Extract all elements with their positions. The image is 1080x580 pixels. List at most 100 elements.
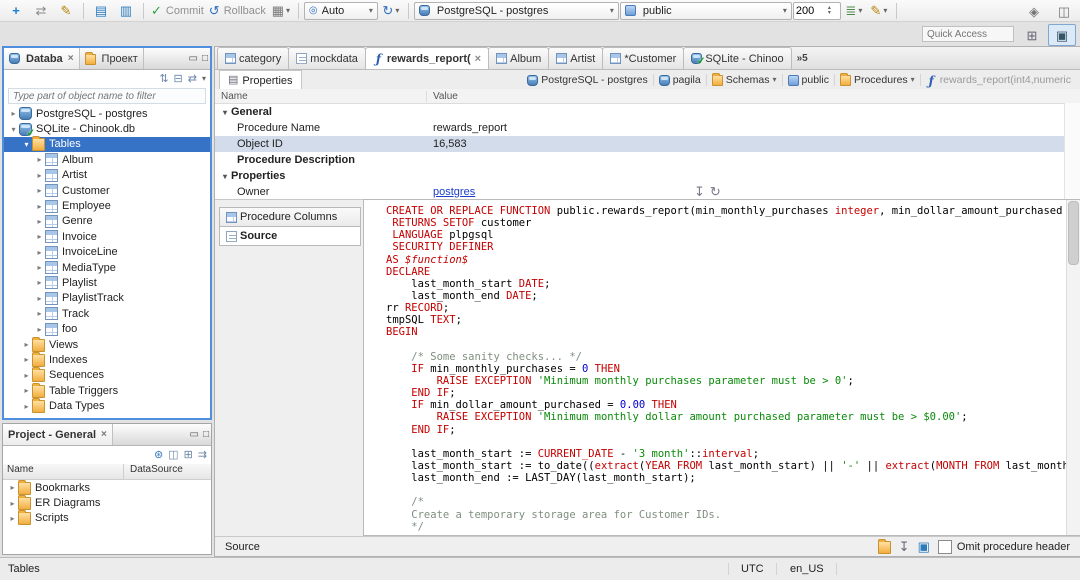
fetch-size-input[interactable] bbox=[793, 4, 828, 17]
tree-item-foo[interactable]: ▸ foo bbox=[4, 321, 210, 336]
settings-icon[interactable]: ⊛ bbox=[154, 449, 163, 461]
minimize-panel-icon[interactable]: ▭ bbox=[189, 53, 198, 64]
tree-item-playlisttrack[interactable]: ▸ PlaylistTrack bbox=[4, 291, 210, 306]
stepper-arrows-icon[interactable]: ▴ ▾ bbox=[828, 5, 831, 16]
editor-tab-rewards-report[interactable]: ƒ rewards_report(× bbox=[364, 47, 490, 69]
maximize-source-icon[interactable]: ▣ bbox=[918, 540, 930, 553]
fetch-size-stepper[interactable]: ▴▾ bbox=[792, 1, 841, 20]
grid-column-value[interactable]: Value bbox=[427, 91, 1080, 102]
open-sql-script-button[interactable]: ▥ bbox=[114, 2, 138, 20]
expand-arrow-icon[interactable]: ▸ bbox=[21, 402, 32, 411]
tree-item-genre[interactable]: ▸ Genre bbox=[4, 214, 210, 229]
tree-item-invoice[interactable]: ▸ Invoice bbox=[4, 229, 210, 244]
tab-project-general[interactable]: Project - General × bbox=[3, 424, 113, 445]
property-row-procedure-description[interactable]: Procedure Description bbox=[215, 152, 1080, 168]
breadcrumb-item-rewards-report-int4-numeric[interactable]: ƒ rewards_report(int4,numeric bbox=[919, 74, 1076, 87]
tree-item-album[interactable]: ▸ Album bbox=[4, 152, 210, 167]
tree-item-employee[interactable]: ▸ Employee bbox=[4, 198, 210, 213]
collapse-arrow-icon[interactable]: ▾ bbox=[219, 108, 231, 117]
editor-tab-sqlite-chinoo[interactable]: SQLite - Chinoo bbox=[683, 47, 792, 69]
source-code[interactable]: CREATE OR REPLACE FUNCTION public.reward… bbox=[364, 200, 1067, 535]
tree-item-views[interactable]: ▸ Views bbox=[4, 336, 210, 352]
property-group-general[interactable]: ▾ General bbox=[215, 104, 1080, 120]
transaction-mode-select[interactable]: ◎ Auto ▾ bbox=[303, 1, 378, 20]
open-file-icon[interactable] bbox=[877, 538, 891, 554]
breadcrumb-item-schemas[interactable]: Schemas ▾ bbox=[705, 72, 782, 86]
property-row-object-id[interactable]: Object ID 16,583 bbox=[215, 136, 1080, 152]
sync-selection-icon[interactable]: ⇅ bbox=[159, 73, 168, 85]
view-menu-icon[interactable]: ▾ bbox=[202, 75, 206, 83]
tree-item-playlist[interactable]: ▸ Playlist bbox=[4, 275, 210, 290]
expand-arrow-icon[interactable]: ▸ bbox=[34, 278, 45, 287]
tree-item-scripts[interactable]: ▸ Scripts bbox=[3, 510, 211, 526]
breadcrumb-item-public[interactable]: public bbox=[781, 74, 834, 86]
tree-item-track[interactable]: ▸ Track bbox=[4, 306, 210, 321]
breadcrumb-item-procedures[interactable]: Procedures ▾ bbox=[833, 72, 920, 86]
omit-procedure-header-checkbox[interactable] bbox=[937, 539, 952, 554]
tree-item-mediatype[interactable]: ▸ MediaType bbox=[4, 260, 210, 275]
expand-arrow-icon[interactable]: ▸ bbox=[34, 202, 45, 211]
property-row-owner[interactable]: Owner postgres bbox=[215, 184, 1080, 199]
close-tab-icon[interactable]: × bbox=[475, 53, 481, 65]
value-edit-button[interactable]: ✎ ▾ bbox=[867, 2, 891, 20]
collapse-arrow-icon[interactable]: ▾ bbox=[219, 172, 231, 181]
tree-item-sqlite-chinook-db[interactable]: ▾ SQLite - Chinook.db bbox=[4, 121, 210, 139]
search-button[interactable]: ◈ bbox=[1022, 2, 1046, 20]
connect-button[interactable]: ⇄ bbox=[29, 2, 53, 20]
editor-tab-artist[interactable]: Artist bbox=[548, 47, 604, 69]
dbeaver-perspective-button[interactable]: ▣ bbox=[1048, 24, 1076, 46]
transaction-log-button[interactable]: ▦ ▾ bbox=[269, 2, 293, 20]
tree-item-tables[interactable]: ▾ Tables bbox=[4, 136, 210, 153]
expand-icon[interactable]: ⊞ bbox=[184, 449, 193, 461]
property-group-properties[interactable]: ▾ Properties bbox=[215, 168, 1080, 184]
close-icon[interactable]: × bbox=[68, 53, 74, 64]
tree-item-customer[interactable]: ▸ Customer bbox=[4, 183, 210, 198]
expand-arrow-icon[interactable]: ▸ bbox=[34, 294, 45, 303]
expand-arrow-icon[interactable]: ▸ bbox=[7, 514, 18, 523]
scrollbar-thumb[interactable] bbox=[1068, 201, 1079, 265]
show-view-button[interactable]: ◫ bbox=[1052, 2, 1076, 20]
expand-arrow-icon[interactable]: ▸ bbox=[34, 155, 45, 164]
expand-arrow-icon[interactable]: ▸ bbox=[34, 217, 45, 226]
expand-arrow-icon[interactable]: ▸ bbox=[8, 109, 19, 118]
property-row-procedure-name[interactable]: Procedure Name rewards_report bbox=[215, 120, 1080, 136]
layout-icon[interactable]: ◫ bbox=[168, 449, 178, 461]
quick-access-input[interactable] bbox=[922, 26, 1014, 42]
grid-scrollbar[interactable] bbox=[1064, 103, 1080, 199]
maximize-panel-icon[interactable]: □ bbox=[202, 53, 208, 64]
grid-column-name[interactable]: Name bbox=[215, 90, 427, 102]
object-filter-input[interactable] bbox=[8, 88, 206, 104]
expand-arrow-icon[interactable]: ▸ bbox=[34, 186, 45, 195]
expand-arrow-icon[interactable]: ▸ bbox=[21, 355, 32, 364]
new-sql-editor-button[interactable]: ▤ bbox=[89, 2, 113, 20]
source-scrollbar[interactable] bbox=[1066, 200, 1080, 535]
breadcrumb-item-postgresql-postgres[interactable]: PostgreSQL - postgres bbox=[522, 74, 652, 86]
refresh-source-icon[interactable]: ↻ bbox=[710, 185, 721, 198]
expand-arrow-icon[interactable]: ▸ bbox=[21, 340, 32, 349]
minimize-panel-icon[interactable]: ▭ bbox=[190, 429, 199, 440]
tree-item-sequences[interactable]: ▸ Sequences bbox=[4, 367, 210, 383]
tree-item-er-diagrams[interactable]: ▸ ER Diagrams bbox=[3, 495, 211, 511]
maximize-panel-icon[interactable]: □ bbox=[203, 429, 209, 440]
section-tab-source[interactable]: Source bbox=[219, 226, 361, 246]
tree-item-indexes[interactable]: ▸ Indexes bbox=[4, 351, 210, 367]
status-timezone[interactable]: UTC bbox=[728, 563, 777, 575]
link-icon[interactable]: ⇉ bbox=[198, 449, 207, 461]
export-source-icon[interactable]: ↧ bbox=[899, 540, 910, 553]
collapse-all-icon[interactable]: ⊟ bbox=[174, 73, 183, 85]
tree-item-bookmarks[interactable]: ▸ Bookmarks bbox=[3, 480, 211, 495]
editor-tab-mockdata[interactable]: mockdata bbox=[288, 47, 366, 69]
tree-item-invoiceline[interactable]: ▸ InvoiceLine bbox=[4, 245, 210, 260]
tree-item-postgresql-postgres[interactable]: ▸ PostgreSQL - postgres bbox=[4, 106, 210, 121]
breadcrumb-item-pagila[interactable]: pagila bbox=[652, 74, 706, 86]
tab-project-explorer[interactable]: Проект bbox=[80, 48, 144, 69]
expand-arrow-icon[interactable]: ▸ bbox=[7, 483, 18, 492]
status-locale[interactable]: en_US bbox=[778, 563, 837, 575]
edit-connection-button[interactable]: ✎ bbox=[54, 2, 78, 20]
tab-properties[interactable]: ▤ Properties bbox=[219, 70, 302, 90]
editor-tab-category[interactable]: category bbox=[217, 47, 290, 69]
collapse-arrow-icon[interactable]: ▾ bbox=[21, 140, 32, 149]
expand-arrow-icon[interactable]: ▸ bbox=[34, 263, 45, 272]
editor-tab-album[interactable]: Album bbox=[488, 47, 550, 69]
editor-tab-customer[interactable]: *Customer bbox=[602, 47, 685, 69]
